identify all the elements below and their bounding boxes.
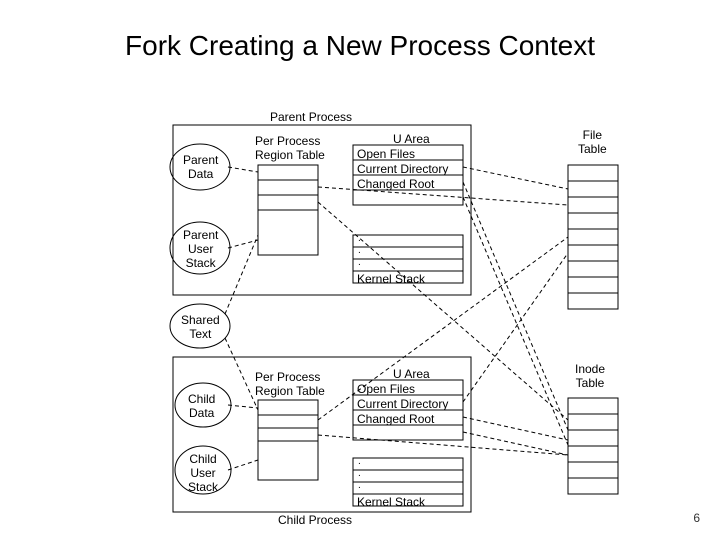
child-open-files: Open Files: [357, 382, 415, 396]
child-dot2: .: [358, 469, 361, 479]
child-region-table-label: Per Process Region Table: [255, 370, 325, 398]
child-cur-dir: Current Directory: [357, 397, 448, 411]
child-kernel-stack: Kernel Stack: [357, 495, 425, 509]
page-number: 6: [693, 511, 700, 525]
inode-table-label: Inode Table: [575, 362, 605, 390]
child-process-label: Child Process: [278, 513, 352, 527]
parent-user-stack-oval-label: Parent User Stack: [183, 228, 218, 270]
child-chg-root: Changed Root: [357, 412, 434, 426]
child-dot1: .: [358, 457, 361, 467]
parent-kernel-stack: Kernel Stack: [357, 272, 425, 286]
child-uarea-label: U Area: [393, 367, 430, 381]
parent-dot3: .: [358, 258, 361, 268]
parent-uarea-label: U Area: [393, 132, 430, 146]
parent-region-table-label: Per Process Region Table: [255, 134, 325, 162]
parent-dot1: .: [358, 234, 361, 244]
parent-cur-dir: Current Directory: [357, 162, 448, 176]
parent-process-label: Parent Process: [270, 110, 352, 124]
shared-text-oval-label: Shared Text: [181, 313, 220, 341]
child-dot3: .: [358, 481, 361, 491]
parent-dot2: .: [358, 246, 361, 256]
child-user-stack-oval-label: Child User Stack: [188, 452, 218, 494]
parent-open-files: Open Files: [357, 147, 415, 161]
file-table-label: File Table: [578, 128, 607, 156]
parent-chg-root: Changed Root: [357, 177, 434, 191]
parent-data-oval-label: Parent Data: [183, 153, 218, 181]
child-data-oval-label: Child Data: [188, 392, 215, 420]
